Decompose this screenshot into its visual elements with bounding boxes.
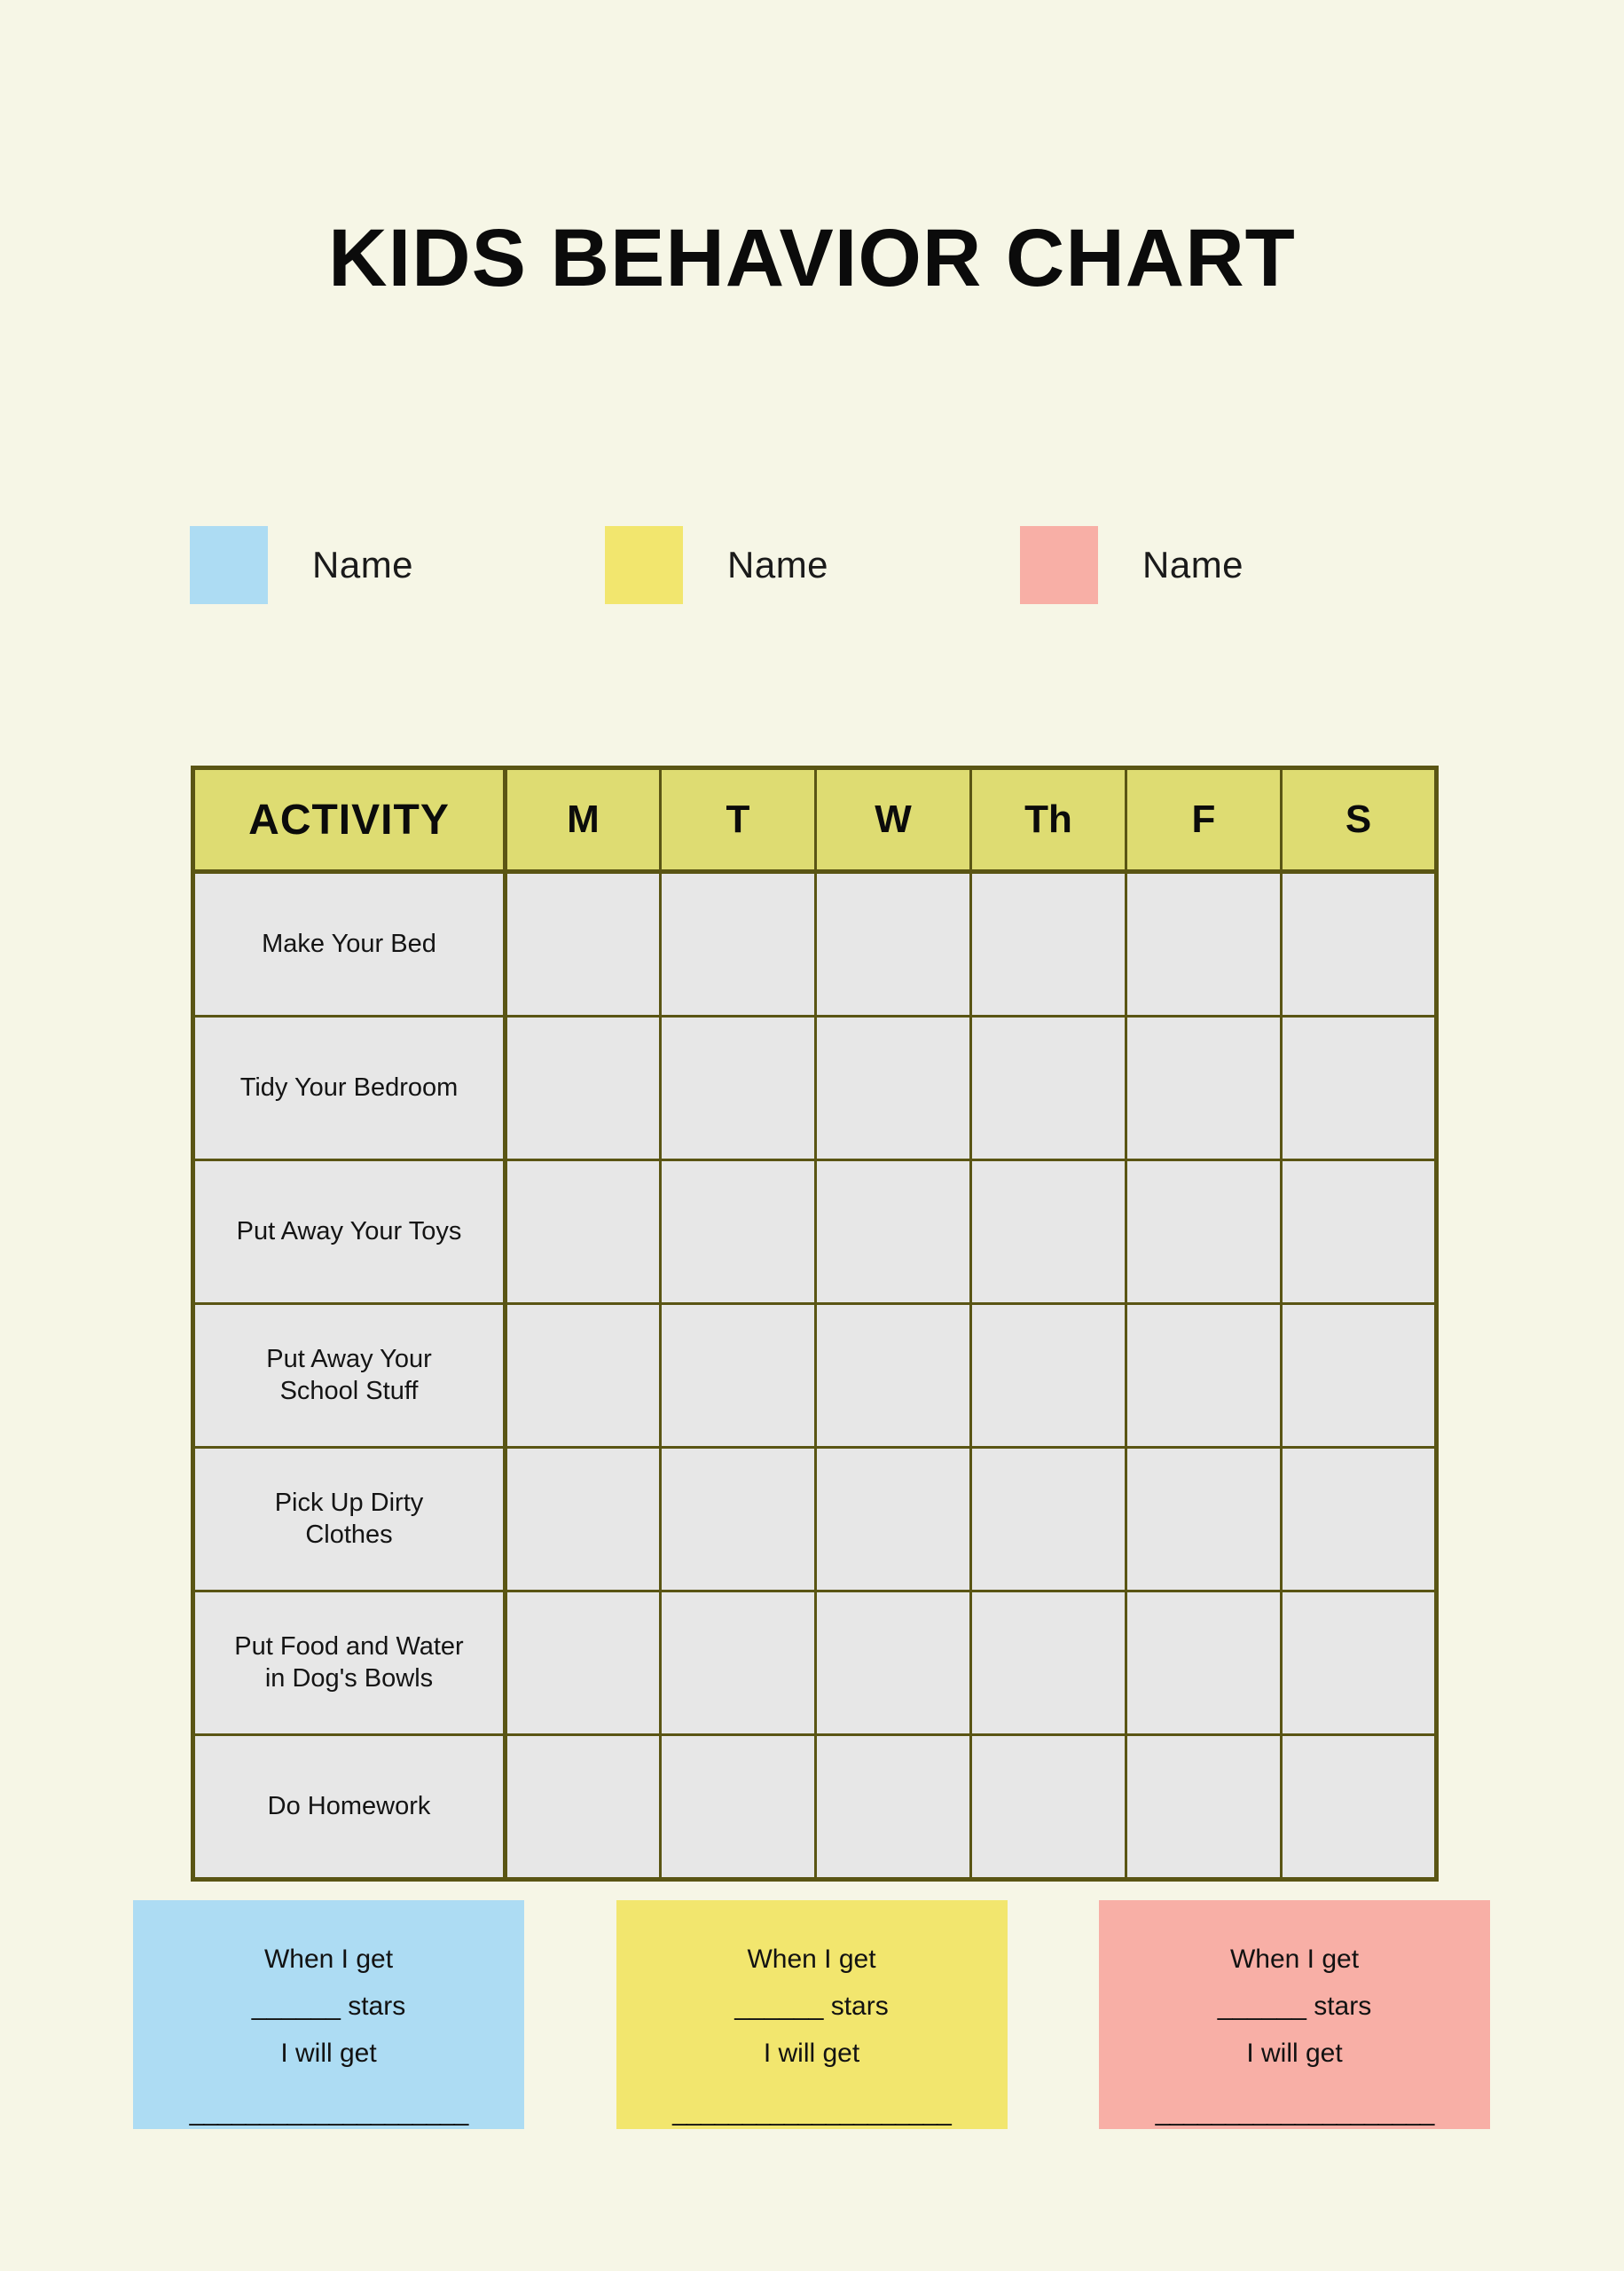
legend-swatch-blue bbox=[190, 526, 268, 604]
legend-item-3: Name bbox=[1020, 524, 1435, 606]
column-header-saturday: S bbox=[1280, 766, 1438, 874]
checkbox-cell[interactable] bbox=[504, 870, 662, 1018]
table-row: Put Away Your School Stuff bbox=[192, 1302, 1438, 1449]
column-header-activity: ACTIVITY bbox=[192, 766, 507, 874]
checkbox-cell[interactable] bbox=[504, 1446, 662, 1592]
reward-line-blank[interactable]: ____________________ bbox=[1156, 2099, 1435, 2126]
activity-label: Make Your Bed bbox=[192, 870, 507, 1018]
behavior-chart-table: ACTIVITY M T W Th F S Make Your Bed Tidy… bbox=[191, 766, 1439, 1882]
checkbox-cell[interactable] bbox=[659, 1590, 817, 1736]
checkbox-cell[interactable] bbox=[1280, 1302, 1438, 1449]
column-header-monday: M bbox=[504, 766, 662, 874]
table-header-row: ACTIVITY M T W Th F S bbox=[192, 766, 1438, 874]
activity-label: Do Homework bbox=[192, 1733, 507, 1881]
checkbox-cell[interactable] bbox=[814, 1159, 972, 1305]
checkbox-cell[interactable] bbox=[969, 1446, 1127, 1592]
checkbox-cell[interactable] bbox=[504, 1015, 662, 1161]
reward-line-i-will-get: I will get bbox=[280, 2039, 377, 2068]
legend-item-1: Name bbox=[190, 524, 605, 606]
checkbox-cell[interactable] bbox=[659, 1159, 817, 1305]
table-row: Put Food and Water in Dog's Bowls bbox=[192, 1590, 1438, 1736]
checkbox-cell[interactable] bbox=[659, 1733, 817, 1881]
column-header-thursday: Th bbox=[969, 766, 1127, 874]
checkbox-cell[interactable] bbox=[1280, 1590, 1438, 1736]
checkbox-cell[interactable] bbox=[814, 1733, 972, 1881]
checkbox-cell[interactable] bbox=[969, 1302, 1127, 1449]
checkbox-cell[interactable] bbox=[504, 1733, 662, 1881]
reward-line-i-will-get: I will get bbox=[1246, 2039, 1343, 2068]
checkbox-cell[interactable] bbox=[1280, 1446, 1438, 1592]
reward-line-i-will-get: I will get bbox=[763, 2039, 860, 2068]
activity-label: Pick Up Dirty Clothes bbox=[192, 1446, 507, 1592]
checkbox-cell[interactable] bbox=[1280, 870, 1438, 1018]
reward-boxes: When I get ______ stars I will get _____… bbox=[133, 1900, 1490, 2129]
checkbox-cell[interactable] bbox=[969, 1733, 1127, 1881]
name-legend: Name Name Name bbox=[190, 524, 1435, 606]
table-body: Make Your Bed Tidy Your Bedroom Put Away… bbox=[192, 870, 1438, 1881]
checkbox-cell[interactable] bbox=[1280, 1159, 1438, 1305]
reward-line-stars[interactable]: ______ stars bbox=[252, 1993, 405, 2020]
checkbox-cell[interactable] bbox=[1280, 1015, 1438, 1161]
reward-box-yellow[interactable]: When I get ______ stars I will get _____… bbox=[616, 1900, 1008, 2129]
page-title: KIDS BEHAVIOR CHART bbox=[328, 213, 1296, 303]
table-row: Tidy Your Bedroom bbox=[192, 1015, 1438, 1161]
legend-label-3: Name bbox=[1142, 544, 1244, 585]
checkbox-cell[interactable] bbox=[969, 1590, 1127, 1736]
reward-line-when-i-get: When I get bbox=[747, 1945, 876, 1974]
reward-box-pink[interactable]: When I get ______ stars I will get _____… bbox=[1099, 1900, 1490, 2129]
column-header-wednesday: W bbox=[814, 766, 972, 874]
checkbox-cell[interactable] bbox=[659, 870, 817, 1018]
reward-line-when-i-get: When I get bbox=[1229, 1945, 1360, 1974]
table-row: Do Homework bbox=[192, 1733, 1438, 1881]
checkbox-cell[interactable] bbox=[659, 1015, 817, 1161]
checkbox-cell[interactable] bbox=[1125, 870, 1283, 1018]
table-row: Put Away Your Toys bbox=[192, 1159, 1438, 1305]
checkbox-cell[interactable] bbox=[1125, 1446, 1283, 1592]
checkbox-cell[interactable] bbox=[1125, 1590, 1283, 1736]
checkbox-cell[interactable] bbox=[1125, 1015, 1283, 1161]
legend-label-2: Name bbox=[727, 544, 829, 585]
table-row: Make Your Bed bbox=[192, 870, 1438, 1018]
reward-line-blank[interactable]: ____________________ bbox=[672, 2099, 952, 2126]
reward-line-blank[interactable]: ____________________ bbox=[190, 2099, 469, 2126]
checkbox-cell[interactable] bbox=[814, 1015, 972, 1161]
checkbox-cell[interactable] bbox=[814, 1302, 972, 1449]
activity-label: Tidy Your Bedroom bbox=[192, 1015, 507, 1161]
checkbox-cell[interactable] bbox=[659, 1446, 817, 1592]
column-header-friday: F bbox=[1125, 766, 1283, 874]
reward-box-blue[interactable]: When I get ______ stars I will get _____… bbox=[133, 1900, 524, 2129]
activity-label: Put Away Your School Stuff bbox=[192, 1302, 507, 1449]
column-header-tuesday: T bbox=[659, 766, 817, 874]
checkbox-cell[interactable] bbox=[969, 1159, 1127, 1305]
activity-label: Put Food and Water in Dog's Bowls bbox=[192, 1590, 507, 1736]
reward-line-stars[interactable]: ______ stars bbox=[734, 1993, 888, 2020]
checkbox-cell[interactable] bbox=[504, 1159, 662, 1305]
checkbox-cell[interactable] bbox=[969, 870, 1127, 1018]
legend-swatch-pink bbox=[1020, 526, 1098, 604]
checkbox-cell[interactable] bbox=[504, 1590, 662, 1736]
reward-line-when-i-get: When I get bbox=[263, 1945, 394, 1974]
checkbox-cell[interactable] bbox=[1280, 1733, 1438, 1881]
checkbox-cell[interactable] bbox=[1125, 1159, 1283, 1305]
reward-line-stars[interactable]: ______ stars bbox=[1218, 1993, 1371, 2020]
activity-label: Put Away Your Toys bbox=[192, 1159, 507, 1305]
checkbox-cell[interactable] bbox=[504, 1302, 662, 1449]
checkbox-cell[interactable] bbox=[814, 870, 972, 1018]
table-row: Pick Up Dirty Clothes bbox=[192, 1446, 1438, 1592]
checkbox-cell[interactable] bbox=[1125, 1302, 1283, 1449]
checkbox-cell[interactable] bbox=[814, 1446, 972, 1592]
checkbox-cell[interactable] bbox=[659, 1302, 817, 1449]
checkbox-cell[interactable] bbox=[1125, 1733, 1283, 1881]
checkbox-cell[interactable] bbox=[814, 1590, 972, 1736]
legend-label-1: Name bbox=[312, 544, 414, 585]
legend-item-2: Name bbox=[605, 524, 1020, 606]
legend-swatch-yellow bbox=[605, 526, 683, 604]
checkbox-cell[interactable] bbox=[969, 1015, 1127, 1161]
